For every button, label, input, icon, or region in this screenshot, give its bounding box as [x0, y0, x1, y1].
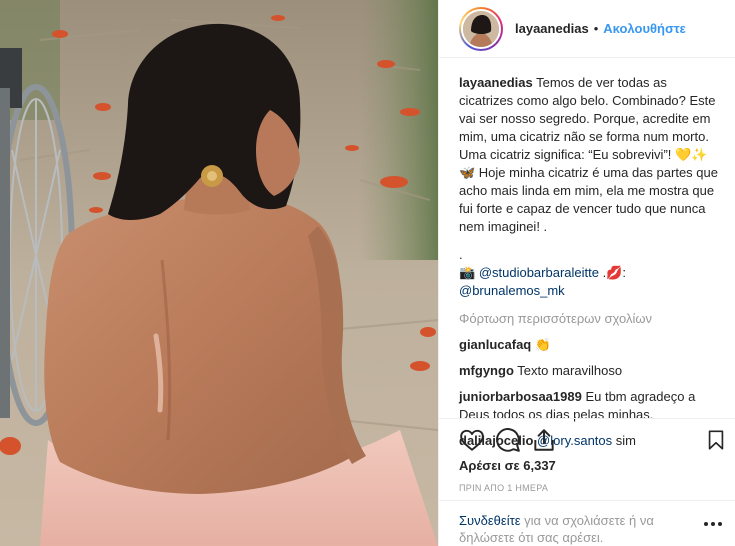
camera-icon: 📸	[459, 265, 476, 280]
comment-icon[interactable]	[495, 427, 521, 453]
credit-separator: .💋:	[598, 265, 626, 280]
instagram-post: layaanedias • Ακολουθήστε layaanedias Te…	[0, 0, 735, 546]
share-icon[interactable]	[531, 427, 557, 453]
comments-list: layaanedias Temos de ver todas as cicatr…	[459, 74, 721, 450]
follow-button[interactable]: Ακολουθήστε	[603, 21, 686, 36]
post-timestamp[interactable]: ΠΡΙΝ ΑΠΟ 1 ΗΜΕΡΑ	[459, 483, 548, 493]
mention-makeup[interactable]: @brunalemos_mk	[459, 283, 565, 298]
caption: layaanedias Temos de ver todas as cicatr…	[459, 74, 721, 236]
more-options-icon[interactable]	[703, 519, 723, 529]
comment-text: Texto maravilhoso	[517, 363, 623, 378]
post-side-panel: layaanedias • Ακολουθήστε layaanedias Te…	[438, 0, 735, 546]
header-separator-dot: •	[593, 21, 599, 36]
avatar[interactable]	[461, 8, 501, 49]
caption-text: Temos de ver todas as cicatrizes como al…	[459, 75, 718, 234]
post-photo[interactable]	[0, 0, 438, 546]
comment-username[interactable]: juniorbarbosaa1989	[459, 389, 582, 404]
story-ring[interactable]	[459, 6, 503, 51]
post-header: layaanedias • Ακολουθήστε	[439, 0, 735, 58]
comment-username[interactable]: gianlucafaq	[459, 337, 531, 352]
avatar-image	[463, 10, 499, 47]
likes-count[interactable]: Αρέσει σε 6,337	[459, 458, 556, 473]
mention-studio[interactable]: @studiobarbaraleitte	[479, 265, 599, 280]
post-image	[0, 0, 438, 546]
comment-username[interactable]: mfgyngo	[459, 363, 514, 378]
bookmark-icon[interactable]	[705, 427, 727, 453]
login-link[interactable]: Συνδεθείτε	[459, 513, 521, 528]
comment-text: 👏	[534, 337, 552, 352]
caption-credits: . 📸 @studiobarbaraleitte .💋: @brunalemos…	[459, 246, 721, 300]
heart-icon[interactable]	[459, 427, 485, 453]
comment-row: mfgyngo Texto maravilhoso	[459, 362, 721, 380]
login-prompt: Συνδεθείτε για να σχολιάσετε ή να δηλώσε…	[439, 500, 735, 546]
header-username[interactable]: layaanedias	[515, 21, 589, 36]
comment-row: gianlucafaq 👏	[459, 336, 721, 354]
credit-line: 📸 @studiobarbaraleitte .💋: @brunalemos_m…	[459, 264, 721, 300]
caption-username[interactable]: layaanedias	[459, 75, 533, 90]
login-prompt-text: Συνδεθείτε για να σχολιάσετε ή να δηλώσε…	[459, 512, 691, 546]
action-bar	[439, 418, 735, 458]
caption-dot: .	[459, 247, 463, 262]
load-more-comments-button[interactable]: Φόρτωση περισσότερων σχολίων	[459, 310, 721, 328]
